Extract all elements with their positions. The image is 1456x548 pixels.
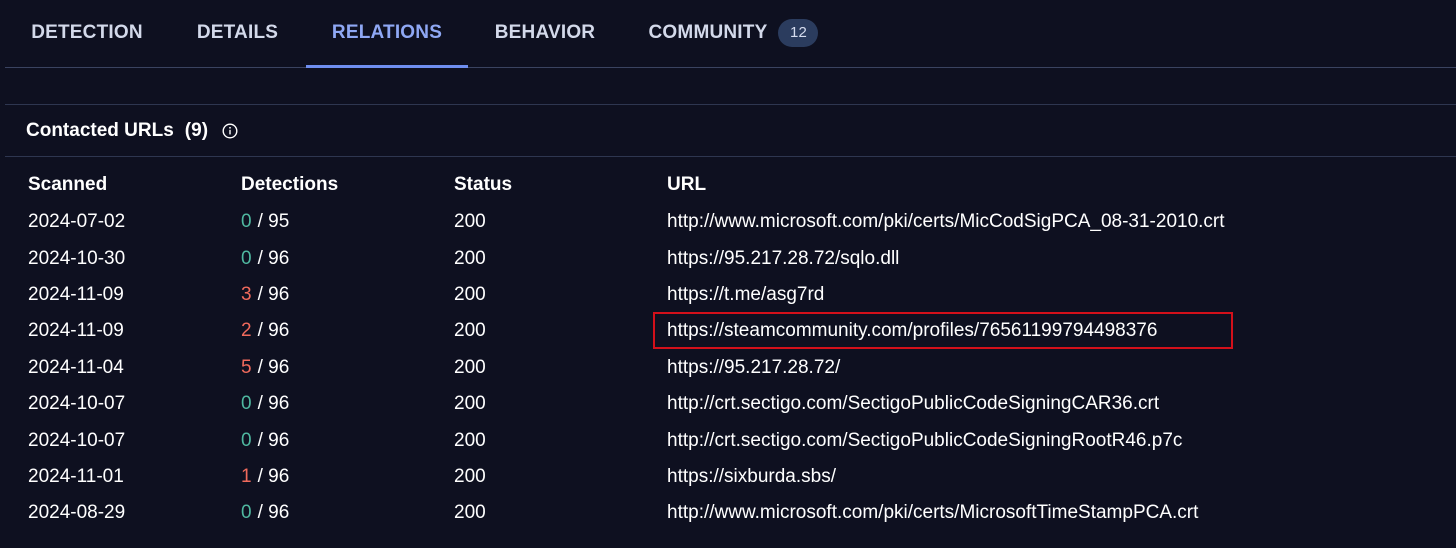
detection-count: 1 bbox=[241, 465, 252, 487]
section-divider bbox=[5, 104, 1456, 105]
table-row[interactable]: 2024-11-09 3/ 96 200 https://t.me/asg7rd bbox=[0, 277, 1456, 313]
contacted-urls-table: Scanned Detections Status URL 2024-07-02… bbox=[0, 166, 1456, 532]
status-code: 200 bbox=[454, 393, 486, 415]
info-icon[interactable] bbox=[222, 123, 238, 139]
tab-details[interactable]: DETAILS bbox=[169, 0, 306, 66]
scanned-date: 2024-11-04 bbox=[28, 356, 124, 378]
url-link[interactable]: https://steamcommunity.com/profiles/7656… bbox=[667, 320, 1157, 342]
tab-detection[interactable]: DETECTION bbox=[5, 0, 169, 66]
scanned-date: 2024-10-07 bbox=[28, 393, 126, 415]
url-cell: https://sixburda.sbs/ bbox=[667, 459, 836, 495]
engine-total: / 96 bbox=[257, 429, 290, 451]
detection-count: 0 bbox=[241, 211, 252, 233]
detection-count: 0 bbox=[241, 429, 252, 451]
engine-total: / 96 bbox=[257, 247, 290, 269]
detections-cell: 0/ 96 bbox=[241, 422, 289, 458]
tab-behavior[interactable]: BEHAVIOR bbox=[468, 0, 622, 66]
engine-total: / 96 bbox=[257, 393, 290, 415]
url-cell: http://www.microsoft.com/pki/certs/Micro… bbox=[667, 495, 1198, 531]
section-title: Contacted URLs bbox=[26, 120, 174, 141]
url-cell: http://crt.sectigo.com/SectigoPublicCode… bbox=[667, 386, 1159, 422]
url-link[interactable]: http://crt.sectigo.com/SectigoPublicCode… bbox=[667, 393, 1159, 415]
engine-total: / 96 bbox=[257, 465, 290, 487]
detection-count: 0 bbox=[241, 247, 252, 269]
table-row[interactable]: 2024-10-30 0/ 96 200 https://95.217.28.72/s… bbox=[0, 240, 1456, 276]
url-link[interactable]: http://www.microsoft.com/pki/certs/MicCo… bbox=[667, 211, 1225, 233]
column-header-status[interactable]: Status bbox=[454, 166, 512, 204]
table-row[interactable]: 2024-11-09 2/ 96 200 https://steamcommunity… bbox=[0, 313, 1456, 349]
status-code: 200 bbox=[454, 502, 486, 524]
scanned-date: 2024-11-09 bbox=[28, 320, 124, 342]
table-row[interactable]: 2024-10-07 0/ 96 200 http://crt.sectigo.com… bbox=[0, 422, 1456, 458]
table-row[interactable]: 2024-10-07 0/ 96 200 http://crt.sectigo.com… bbox=[0, 386, 1456, 422]
scanned-date: 2024-10-07 bbox=[28, 429, 126, 451]
url-cell: http://crt.sectigo.com/SectigoPublicCode… bbox=[667, 422, 1182, 458]
status-code: 200 bbox=[454, 283, 486, 305]
status-code: 200 bbox=[454, 320, 486, 342]
url-link[interactable]: https://95.217.28.72/ bbox=[667, 357, 840, 379]
detections-cell: 2/ 96 bbox=[241, 313, 289, 349]
detection-count: 3 bbox=[241, 283, 252, 305]
tab-label: COMMUNITY bbox=[648, 22, 768, 43]
column-header-scanned[interactable]: Scanned bbox=[28, 166, 107, 204]
url-link[interactable]: https://95.217.28.72/sqlo.dll bbox=[667, 248, 899, 270]
detections-cell: 3/ 96 bbox=[241, 277, 289, 313]
scanned-date: 2024-08-29 bbox=[28, 502, 126, 524]
scanned-date: 2024-11-09 bbox=[28, 283, 124, 305]
detections-cell: 1/ 96 bbox=[241, 459, 289, 495]
url-link[interactable]: https://sixburda.sbs/ bbox=[667, 466, 836, 488]
tab-label: DETECTION bbox=[31, 22, 143, 43]
table-row[interactable]: 2024-08-29 0/ 96 200 http://www.microsoft.c… bbox=[0, 495, 1456, 531]
detection-count: 5 bbox=[241, 356, 252, 378]
engine-total: / 96 bbox=[257, 502, 290, 524]
engine-total: / 95 bbox=[257, 211, 290, 233]
tab-label: DETAILS bbox=[196, 22, 279, 43]
url-link[interactable]: https://t.me/asg7rd bbox=[667, 284, 824, 306]
engine-total: / 96 bbox=[257, 320, 290, 342]
detections-cell: 5/ 96 bbox=[241, 350, 289, 386]
detection-count: 2 bbox=[241, 320, 252, 342]
detections-cell: 0/ 96 bbox=[241, 495, 289, 531]
url-cell: https://95.217.28.72/ bbox=[667, 350, 840, 386]
relations-page: DETECTION DETAILS RELATIONS BEHAVIOR COM… bbox=[0, 0, 1456, 548]
status-code: 200 bbox=[454, 465, 486, 487]
engine-total: / 96 bbox=[257, 283, 290, 305]
table-row[interactable]: 2024-11-04 5/ 96 200 https://95.217.28.72/ bbox=[0, 350, 1456, 386]
url-cell: http://www.microsoft.com/pki/certs/MicCo… bbox=[667, 204, 1225, 240]
table-body: 2024-07-02 0/ 95 200 http://www.microsoft.c… bbox=[0, 204, 1456, 532]
comment-count-badge: 12 bbox=[778, 19, 819, 47]
url-link[interactable]: http://crt.sectigo.com/SectigoPublicCode… bbox=[667, 430, 1182, 452]
column-header-detections[interactable]: Detections bbox=[241, 166, 338, 204]
status-code: 200 bbox=[454, 429, 486, 451]
engine-total: / 96 bbox=[257, 356, 290, 378]
section-header: Contacted URLs (9) bbox=[26, 115, 238, 147]
scanned-date: 2024-07-02 bbox=[28, 211, 126, 233]
detections-cell: 0/ 96 bbox=[241, 386, 289, 422]
detections-cell: 0/ 95 bbox=[241, 204, 289, 240]
status-code: 200 bbox=[454, 211, 486, 233]
table-row[interactable]: 2024-11-01 1/ 96 200 https://sixburda.sbs/ bbox=[0, 459, 1456, 495]
tab-relations[interactable]: RELATIONS bbox=[306, 0, 468, 68]
scanned-date: 2024-11-01 bbox=[28, 465, 124, 487]
table-row[interactable]: 2024-07-02 0/ 95 200 http://www.microsoft.c… bbox=[0, 204, 1456, 240]
column-header-url[interactable]: URL bbox=[667, 166, 706, 204]
status-code: 200 bbox=[454, 356, 486, 378]
url-cell: https://95.217.28.72/sqlo.dll bbox=[667, 240, 899, 276]
url-cell: https://t.me/asg7rd bbox=[667, 277, 824, 313]
scanned-date: 2024-10-30 bbox=[28, 247, 126, 269]
detections-cell: 0/ 96 bbox=[241, 240, 289, 276]
url-link[interactable]: http://www.microsoft.com/pki/certs/Micro… bbox=[667, 502, 1198, 524]
tab-label: BEHAVIOR bbox=[494, 22, 596, 43]
table-header-row: Scanned Detections Status URL bbox=[0, 166, 1456, 204]
detection-count: 0 bbox=[241, 502, 252, 524]
detection-count: 0 bbox=[241, 393, 252, 415]
status-code: 200 bbox=[454, 247, 486, 269]
tab-community[interactable]: COMMUNITY 12 bbox=[622, 0, 845, 66]
tab-label: RELATIONS bbox=[331, 22, 443, 43]
url-cell: https://steamcommunity.com/profiles/7656… bbox=[667, 313, 1157, 349]
header-divider bbox=[5, 156, 1456, 157]
section-count: (9) bbox=[184, 120, 209, 141]
tab-bar: DETECTION DETAILS RELATIONS BEHAVIOR COM… bbox=[5, 0, 1456, 68]
